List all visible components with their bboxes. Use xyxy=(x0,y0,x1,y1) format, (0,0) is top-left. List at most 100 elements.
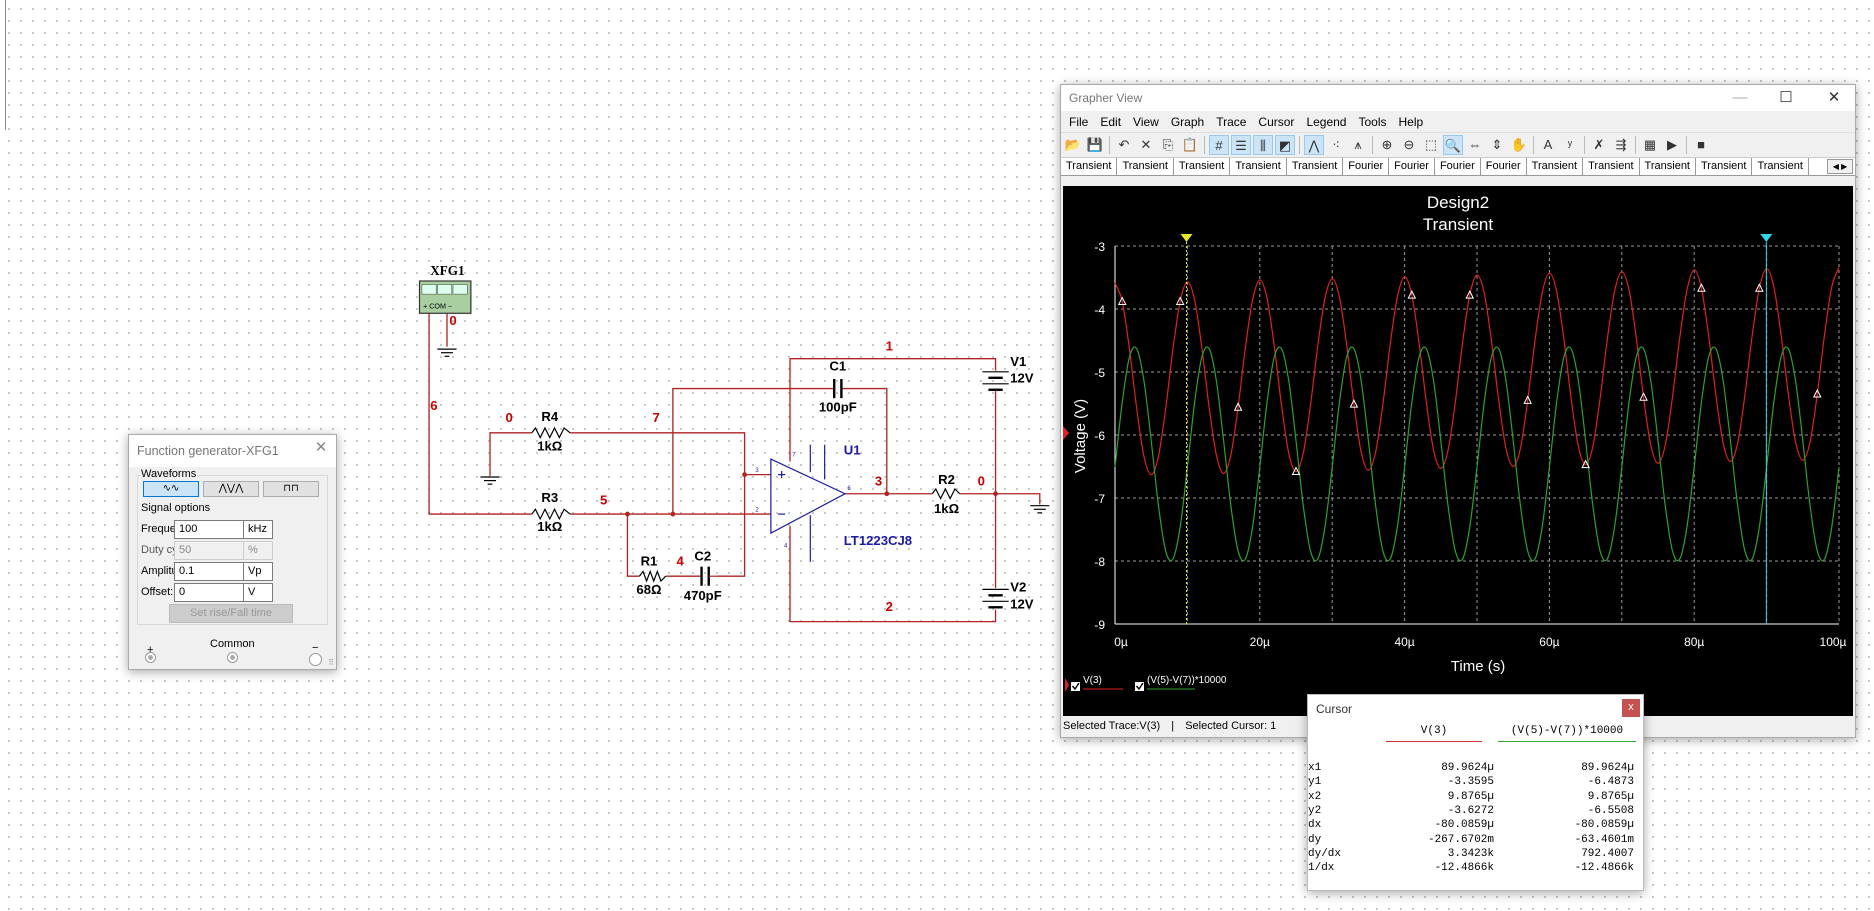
menu-help[interactable]: Help xyxy=(1399,115,1424,129)
menu-trace[interactable]: Trace xyxy=(1216,115,1246,129)
u1-part: LT1223CJ8 xyxy=(844,533,912,548)
export-excel-icon[interactable]: ▦ xyxy=(1640,135,1660,155)
trace-properties-icon[interactable]: ʸ xyxy=(1560,135,1580,155)
set-rise-fall-button[interactable]: Set rise/Fall time xyxy=(169,604,293,623)
chart-subtitle: Transient xyxy=(1423,215,1494,234)
tab-transient[interactable]: Transient xyxy=(1230,158,1287,175)
close-button[interactable]: ✕ xyxy=(1813,85,1855,111)
tab-transient[interactable]: Transient xyxy=(1174,158,1231,175)
cut-icon[interactable]: ✕ xyxy=(1136,135,1156,155)
tab-transient[interactable]: Transient xyxy=(1583,158,1640,175)
menu-edit[interactable]: Edit xyxy=(1100,115,1121,129)
chart-title: Design2 xyxy=(1427,193,1489,212)
r1-ref: R1 xyxy=(641,553,658,568)
stop-icon[interactable]: ■ xyxy=(1691,135,1711,155)
c1-ref: C1 xyxy=(829,359,846,374)
cursor-value-diff: -63.4601m xyxy=(1574,833,1634,846)
column-header-v3: V(3) xyxy=(1386,725,1482,742)
cursor-row-label: x2 xyxy=(1308,790,1322,803)
capacitor-c1 xyxy=(833,379,843,399)
cursor-value-v3: 3.3423k xyxy=(1447,847,1494,860)
grid-icon[interactable]: # xyxy=(1209,135,1229,155)
tab-transient[interactable]: Transient xyxy=(1527,158,1584,175)
paste-icon[interactable]: 📋 xyxy=(1180,135,1200,155)
legend-icon[interactable]: ☰ xyxy=(1231,135,1251,155)
grapher-titlebar[interactable]: Grapher View — ☐ ✕ xyxy=(1061,85,1855,111)
export-lvm-icon[interactable]: ▶ xyxy=(1662,135,1682,155)
save-icon[interactable]: 💾 xyxy=(1085,135,1105,155)
wires xyxy=(428,313,1041,623)
plus-terminal[interactable] xyxy=(145,652,156,663)
sine-wave-button[interactable]: ∿∿ xyxy=(143,481,199,497)
zoom-in-icon[interactable]: ⊕ xyxy=(1377,135,1397,155)
zoom-full-icon[interactable]: 🔍 xyxy=(1443,135,1463,155)
pan-icon[interactable]: ✋ xyxy=(1509,135,1529,155)
cursors-icon[interactable]: ⫼ xyxy=(1253,135,1273,155)
minus-terminal[interactable] xyxy=(309,653,322,666)
r2-ref: R2 xyxy=(938,472,955,487)
open-icon[interactable]: 📂 xyxy=(1063,135,1083,155)
tab-transient[interactable]: Transient xyxy=(1117,158,1174,175)
cursor-1-handle-icon[interactable] xyxy=(1760,234,1773,242)
field-unit: kHz xyxy=(243,520,273,539)
net-label: 0 xyxy=(978,473,985,488)
menu-view[interactable]: View xyxy=(1133,115,1159,129)
text-icon[interactable]: A xyxy=(1538,135,1558,155)
tab-transient[interactable]: Transient xyxy=(1640,158,1696,175)
field-value-input[interactable]: 100 xyxy=(174,520,244,539)
field-value-input[interactable]: 0.1 xyxy=(174,562,244,581)
tab-fourier[interactable]: Fourier xyxy=(1481,158,1527,175)
minimize-button[interactable]: — xyxy=(1719,85,1761,111)
resize-grip-icon[interactable]: ⠿ xyxy=(328,658,334,667)
cursor-row: x1 89.9624µ 89.9624µ xyxy=(1308,762,1643,776)
zoom-area-icon[interactable]: ⬚ xyxy=(1421,135,1441,155)
status-separator: | xyxy=(1171,720,1175,732)
net-label: 6 xyxy=(430,398,437,413)
fg-titlebar[interactable]: Function generator-XFG1 ✕ xyxy=(129,435,336,467)
tab-transient[interactable]: Transient xyxy=(1696,158,1753,175)
black-background-icon[interactable]: ◩ xyxy=(1275,135,1295,155)
menu-file[interactable]: File xyxy=(1069,115,1088,129)
menu-graph[interactable]: Graph xyxy=(1171,115,1204,129)
zoom-out-icon[interactable]: ⊖ xyxy=(1399,135,1419,155)
battery-v1 xyxy=(982,371,1009,391)
menu-legend[interactable]: Legend xyxy=(1306,115,1346,129)
close-icon[interactable]: ✕ xyxy=(306,435,336,461)
net-label: 2 xyxy=(886,599,893,614)
menu-tools[interactable]: Tools xyxy=(1358,115,1386,129)
tab-fourier[interactable]: Fourier xyxy=(1389,158,1435,175)
cursor-close-button[interactable]: x xyxy=(1622,699,1640,717)
maximize-button[interactable]: ☐ xyxy=(1765,85,1807,111)
selected-cursor: Selected Cursor: 1 xyxy=(1185,720,1277,732)
overlay-traces-icon[interactable]: ✗ xyxy=(1589,135,1609,155)
legend-label: (V(5)-V(7))*10000 xyxy=(1147,675,1227,686)
c2-value: 470pF xyxy=(684,588,722,603)
lines-icon[interactable]: ⋀ xyxy=(1304,135,1324,155)
field-value-input[interactable]: 0 xyxy=(174,583,244,602)
lines-points-icon[interactable]: ⩚ xyxy=(1348,135,1368,155)
tab-fourier[interactable]: Fourier xyxy=(1343,158,1390,175)
square-wave-button[interactable]: ⊓⊓ xyxy=(263,481,319,497)
graph-area[interactable]: Design2 Transient -3 -4 -5 -6 -7 -8 -9 0µ 20µ 40µ 60… xyxy=(1063,186,1853,716)
r1-value: 68Ω xyxy=(636,582,661,597)
points-icon[interactable]: ⁖ xyxy=(1326,135,1346,155)
triangle-wave-button[interactable]: ⋀⋁⋀ xyxy=(203,481,259,497)
export-icon[interactable]: ⇶ xyxy=(1611,135,1631,155)
zoom-x-icon[interactable]: ⇔ xyxy=(1465,135,1485,155)
chart[interactable]: Design2 Transient -3 -4 -5 -6 -7 -8 -9 0µ 20µ 40µ 60… xyxy=(1063,186,1853,716)
cursor-2-handle-icon[interactable] xyxy=(1180,234,1193,242)
tab-scroll-arrows-icon[interactable]: ◀ ▶ xyxy=(1827,159,1853,174)
undo-icon[interactable]: ↶ xyxy=(1114,135,1134,155)
copy-icon[interactable]: ⎘ xyxy=(1158,135,1178,155)
cursor-titlebar[interactable]: Cursor x xyxy=(1308,695,1643,723)
tab-transient[interactable]: Transient xyxy=(1287,158,1344,175)
menu-cursor[interactable]: Cursor xyxy=(1258,115,1294,129)
net-label: 5 xyxy=(600,493,607,508)
common-terminal[interactable] xyxy=(227,652,238,663)
tab-transient[interactable]: Transient xyxy=(1752,158,1809,175)
field-unit: % xyxy=(243,541,273,560)
zoom-y-icon[interactable]: ⇕ xyxy=(1487,135,1507,155)
tab-fourier[interactable]: Fourier xyxy=(1435,158,1481,175)
tab-transient[interactable]: Transient xyxy=(1061,158,1118,175)
toolbar-separator xyxy=(1372,136,1373,154)
